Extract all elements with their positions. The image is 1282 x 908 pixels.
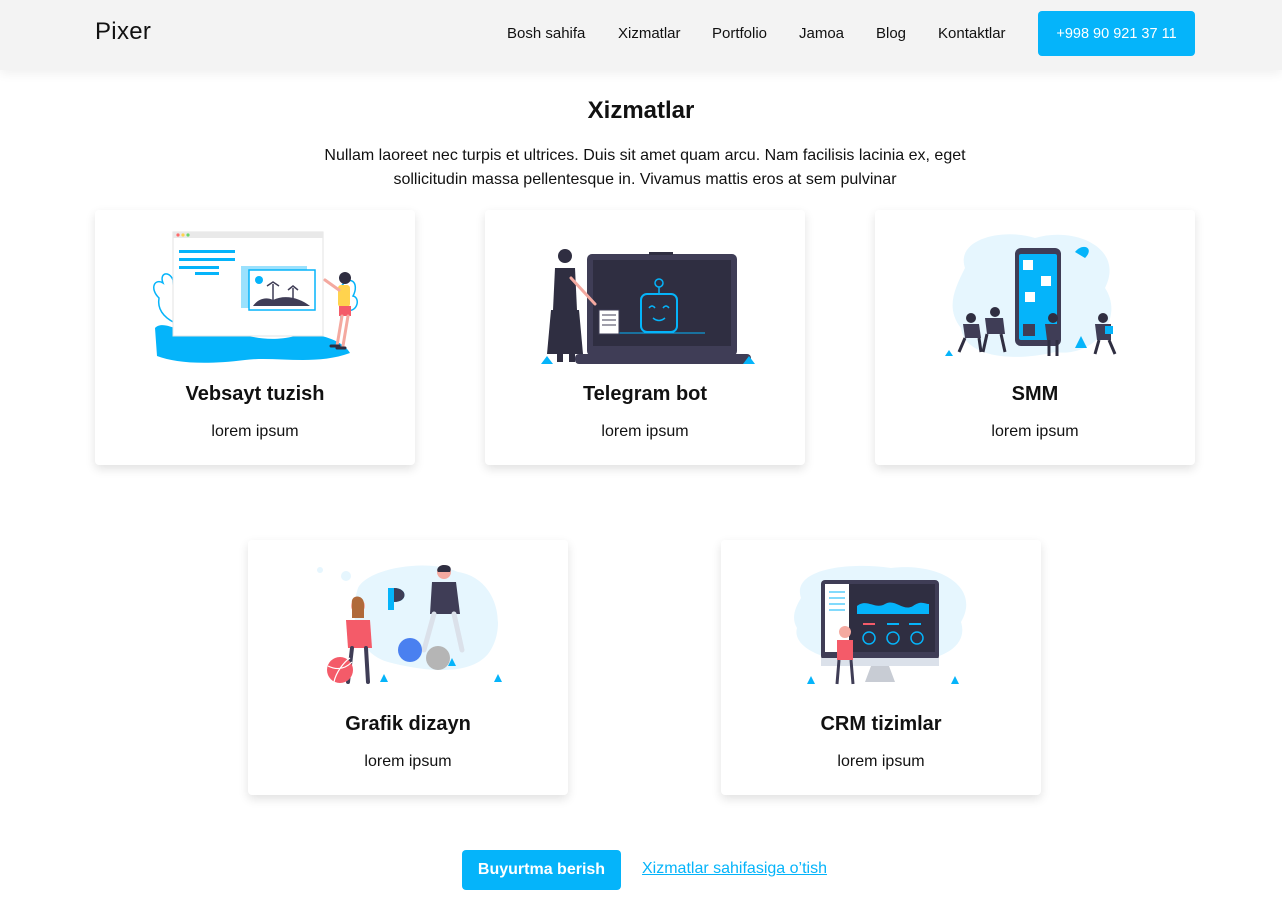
- nav-link-portfolio[interactable]: Portfolio: [712, 25, 767, 42]
- card-title: Vebsayt tuzish: [185, 383, 325, 405]
- service-card-website[interactable]: Vebsayt tuzish lorem ipsum: [95, 210, 415, 465]
- service-card-graphic-design[interactable]: Grafik dizayn lorem ipsum: [248, 540, 568, 795]
- bot-illustration-icon: [541, 249, 755, 364]
- site-header: Pixer Bosh sahifa Xizmatlar Portfolio Ja…: [0, 0, 1282, 70]
- nav-link-home[interactable]: Bosh sahifa: [507, 25, 585, 42]
- section-title: Xizmatlar: [587, 97, 695, 124]
- crm-illustration-icon: [794, 565, 967, 685]
- service-card-telegram-bot[interactable]: Telegram bot lorem ipsum: [485, 210, 805, 465]
- phone-button[interactable]: +998 90 921 37 11: [1038, 11, 1195, 56]
- card-subtitle: lorem ipsum: [211, 423, 299, 440]
- social-media-illustration-icon: [945, 234, 1117, 357]
- card-subtitle: lorem ipsum: [837, 753, 925, 770]
- card-title: CRM tizimlar: [820, 713, 942, 735]
- card-title: SMM: [1011, 383, 1059, 405]
- services-page-link[interactable]: Xizmatlar sahifasiga o’tish: [642, 860, 827, 878]
- nav-link-contacts[interactable]: Kontaktlar: [938, 25, 1006, 42]
- service-card-smm[interactable]: SMM lorem ipsum: [875, 210, 1195, 465]
- section-description: Nullam laoreet nec turpis et ultrices. D…: [324, 147, 966, 188]
- service-card-crm[interactable]: CRM tizimlar lorem ipsum: [721, 540, 1041, 795]
- nav-link-team[interactable]: Jamoa: [799, 25, 844, 42]
- order-button[interactable]: Buyurtma berish: [462, 850, 621, 890]
- card-title: Grafik dizayn: [345, 713, 471, 735]
- graphic-design-illustration-icon: [317, 565, 502, 684]
- nav-link-services[interactable]: Xizmatlar: [618, 25, 681, 42]
- website-illustration-icon: [153, 231, 358, 363]
- nav-link-blog[interactable]: Blog: [876, 25, 906, 42]
- card-subtitle: lorem ipsum: [364, 753, 452, 770]
- card-subtitle: lorem ipsum: [601, 423, 689, 440]
- card-title: Telegram bot: [582, 383, 708, 405]
- card-subtitle: lorem ipsum: [991, 423, 1079, 440]
